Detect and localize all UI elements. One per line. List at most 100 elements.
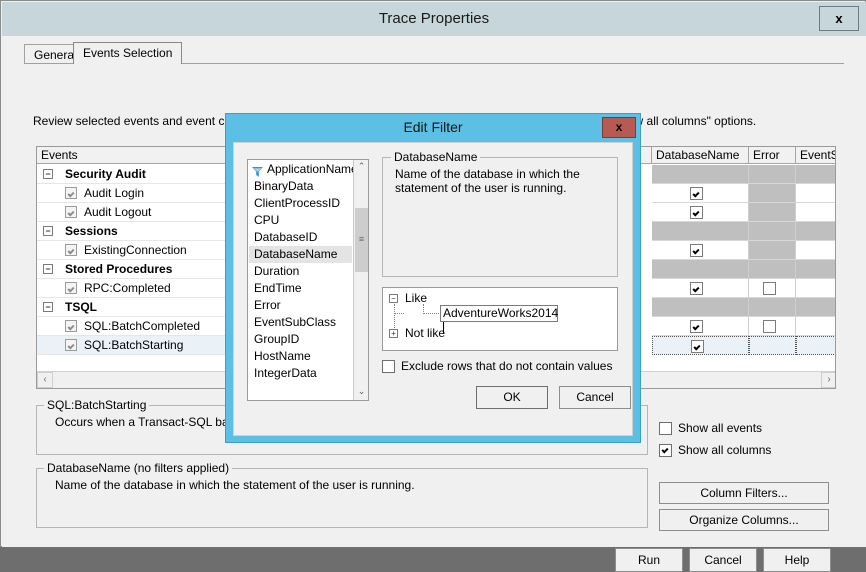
tab-events-selection[interactable]: Events Selection xyxy=(73,42,182,64)
edit-filter-dialog: Edit Filter x ApplicationNameBinaryDataC… xyxy=(225,113,641,443)
collapse-icon[interactable]: − xyxy=(43,302,53,312)
collapse-icon[interactable]: − xyxy=(43,264,53,274)
event-row[interactable]: Audit Login xyxy=(37,184,240,203)
event-category-row[interactable]: −TSQL xyxy=(37,298,240,317)
event-enabled-checkbox[interactable] xyxy=(65,320,77,332)
run-button[interactable]: Run xyxy=(615,548,683,572)
edit-filter-cancel-button[interactable]: Cancel xyxy=(559,386,631,409)
organize-columns-button[interactable]: Organize Columns... xyxy=(659,509,829,531)
grid-cell-error xyxy=(749,203,796,222)
column-enabled-checkbox[interactable] xyxy=(690,206,703,219)
event-enabled-checkbox[interactable] xyxy=(65,187,77,199)
filter-column-list[interactable]: ApplicationNameBinaryData ClientProcessID… xyxy=(247,159,369,401)
event-row[interactable]: SQL:BatchCompleted xyxy=(37,317,240,336)
help-button[interactable]: Help xyxy=(763,548,831,572)
event-category-row[interactable]: −Sessions xyxy=(37,222,240,241)
event-row[interactable]: SQL:BatchStarting xyxy=(37,336,240,355)
events-hscrollbar[interactable]: ‹ xyxy=(37,371,240,388)
grid-header-databasename[interactable]: DatabaseName xyxy=(652,147,749,164)
grid-cell-eventseq[interactable] xyxy=(796,279,836,298)
scroll-up-icon[interactable]: ⌃ xyxy=(354,160,369,175)
grid-cell-eventseq[interactable] xyxy=(796,317,836,336)
filter-column-item[interactable]: DatabaseName xyxy=(249,246,352,263)
event-category-row[interactable]: −Stored Procedures xyxy=(37,260,240,279)
grid-column-eventseq xyxy=(796,165,836,370)
notlike-expander-icon[interactable]: + xyxy=(389,329,398,338)
column-enabled-checkbox[interactable] xyxy=(690,320,703,333)
grid-cell-databasename[interactable] xyxy=(652,203,749,222)
grid-cell-error[interactable] xyxy=(749,279,796,298)
collapse-icon[interactable]: − xyxy=(43,226,53,236)
edit-filter-body: ApplicationNameBinaryData ClientProcessID… xyxy=(233,142,633,436)
like-expander-icon[interactable]: − xyxy=(389,294,398,303)
grid-cell-databasename[interactable] xyxy=(652,241,749,260)
show-all-columns-checkbox[interactable]: Show all columns xyxy=(659,443,809,459)
filter-column-item[interactable]: EventSubClass xyxy=(249,314,352,331)
scroll-left-icon[interactable]: ‹ xyxy=(37,372,53,388)
filter-column-list-scrollbar[interactable]: ⌃ ≡ ⌄ xyxy=(353,160,368,400)
show-all-events-box[interactable] xyxy=(659,422,672,435)
grid-cell-eventseq[interactable] xyxy=(796,203,836,222)
grid-cell-eventseq[interactable] xyxy=(796,336,836,355)
event-category-row[interactable]: −Security Audit xyxy=(37,165,240,184)
ok-button[interactable]: OK xyxy=(476,386,548,409)
grid-cell-eventseq xyxy=(796,165,836,184)
grid-cell-databasename[interactable] xyxy=(652,336,749,355)
grid-cell-eventseq[interactable] xyxy=(796,241,836,260)
event-enabled-checkbox[interactable] xyxy=(65,339,77,351)
filter-column-item-label: Duration xyxy=(254,264,299,278)
column-enabled-checkbox[interactable] xyxy=(763,282,776,295)
event-row[interactable]: ExistingConnection xyxy=(37,241,240,260)
filter-column-item[interactable]: ClientProcessID xyxy=(249,195,352,212)
column-enabled-checkbox[interactable] xyxy=(691,340,704,353)
event-row[interactable]: RPC:Completed xyxy=(37,279,240,298)
grid-cell-databasename[interactable] xyxy=(652,317,749,336)
filter-column-item-label: EventSubClass xyxy=(254,315,336,329)
event-enabled-checkbox[interactable] xyxy=(65,206,77,218)
column-enabled-checkbox[interactable] xyxy=(763,320,776,333)
scrollbar-thumb[interactable]: ≡ xyxy=(355,208,368,272)
scroll-down-icon[interactable]: ⌄ xyxy=(354,385,369,400)
filter-column-item[interactable]: IntegerData xyxy=(249,365,352,382)
scroll-right-icon[interactable]: › xyxy=(821,372,836,388)
filter-value-input[interactable]: AdventureWorks2014 xyxy=(440,305,558,322)
edit-filter-close-icon[interactable]: x xyxy=(602,117,636,138)
grid-cell-error xyxy=(749,241,796,260)
column-enabled-checkbox[interactable] xyxy=(690,187,703,200)
like-node-label[interactable]: Like xyxy=(405,291,427,305)
grid-header-eventseq[interactable]: EventSeq xyxy=(796,147,836,164)
exclude-rows-label: Exclude rows that do not contain values xyxy=(401,359,612,373)
grid-header-error[interactable]: Error xyxy=(749,147,796,164)
grid-cell-databasename[interactable] xyxy=(652,279,749,298)
filter-column-item[interactable]: DatabaseID xyxy=(249,229,352,246)
filter-column-item[interactable]: CPU xyxy=(249,212,352,229)
filter-column-item[interactable]: GroupID xyxy=(249,331,352,348)
event-enabled-checkbox[interactable] xyxy=(65,282,77,294)
event-label: Audit Logout xyxy=(84,205,151,219)
filter-column-item[interactable]: EndTime xyxy=(249,280,352,297)
show-all-events-checkbox[interactable]: Show all events xyxy=(659,421,809,437)
notlike-node-label[interactable]: Not like xyxy=(405,326,445,340)
collapse-icon[interactable]: − xyxy=(43,169,53,179)
cancel-button[interactable]: Cancel xyxy=(689,548,757,572)
show-all-columns-box[interactable] xyxy=(659,444,672,457)
column-enabled-checkbox[interactable] xyxy=(690,244,703,257)
exclude-rows-checkbox[interactable]: Exclude rows that do not contain values xyxy=(382,359,622,375)
event-enabled-checkbox[interactable] xyxy=(65,244,77,256)
filter-column-item[interactable]: ApplicationName xyxy=(249,161,352,178)
grid-header-events[interactable]: Events xyxy=(37,147,240,164)
filter-column-item-label: Error xyxy=(254,298,281,312)
column-filters-button[interactable]: Column Filters... xyxy=(659,482,829,504)
event-row[interactable]: Audit Logout xyxy=(37,203,240,222)
grid-cell-eventseq[interactable] xyxy=(796,184,836,203)
filter-column-item-label: BinaryData xyxy=(254,179,313,193)
exclude-rows-box[interactable] xyxy=(382,360,395,373)
filter-column-item[interactable]: Duration xyxy=(249,263,352,280)
filter-column-item[interactable]: HostName xyxy=(249,348,352,365)
close-icon[interactable]: x xyxy=(819,6,859,31)
column-enabled-checkbox[interactable] xyxy=(690,282,703,295)
grid-cell-databasename[interactable] xyxy=(652,184,749,203)
filter-column-item[interactable]: Error xyxy=(249,297,352,314)
grid-cell-error[interactable] xyxy=(749,317,796,336)
filter-column-item[interactable]: BinaryData xyxy=(249,178,352,195)
